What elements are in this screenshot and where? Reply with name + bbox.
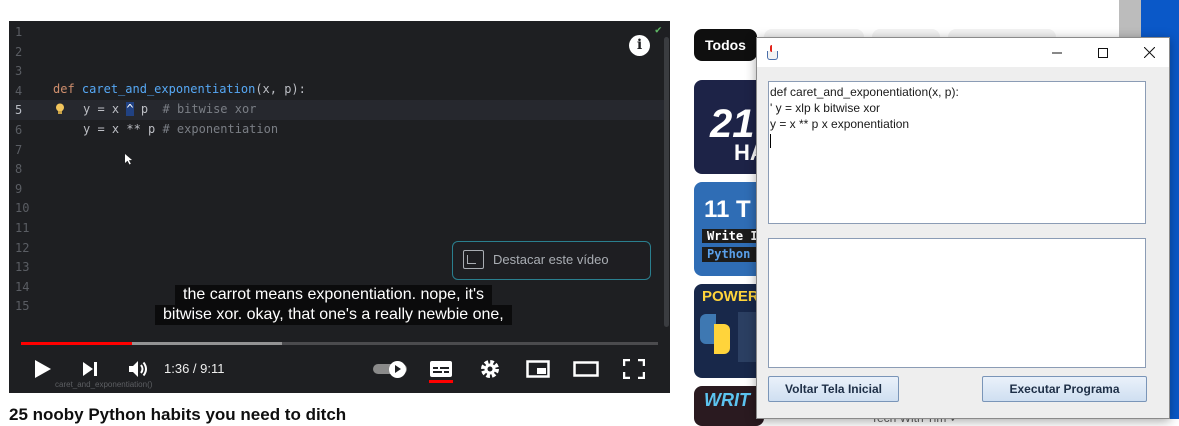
code-line-6: y = x ** p # exponentiation — [83, 120, 278, 140]
java-app-window[interactable]: def caret_and_exponentiation(x, p): ' y … — [756, 37, 1170, 419]
info-icon[interactable]: i — [629, 35, 650, 56]
run-program-button[interactable]: Executar Programa — [982, 376, 1147, 402]
volume-icon — [129, 361, 147, 377]
code-input-textarea[interactable]: def caret_and_exponentiation(x, p): ' y … — [768, 81, 1146, 224]
line-number: 15 — [15, 299, 30, 314]
text-caret — [770, 133, 771, 148]
play-icon — [35, 360, 51, 378]
next-icon — [83, 362, 97, 376]
code-line-5: y = x ^ p # bitwise xor — [83, 100, 256, 120]
fullscreen-button[interactable] — [620, 354, 648, 384]
function-params: (x, p): — [255, 82, 306, 96]
pip-suggestion-button[interactable]: Destacar este vídeo — [452, 241, 651, 280]
autoplay-play-icon — [389, 361, 406, 378]
fullscreen-icon — [623, 359, 645, 379]
line-number: 13 — [15, 260, 30, 275]
video-title[interactable]: 25 nooby Python habits you need to ditch — [9, 405, 346, 425]
play-button[interactable] — [29, 354, 57, 384]
line-number: 12 — [15, 240, 30, 255]
captions-active-indicator — [429, 380, 453, 383]
output-textarea[interactable] — [768, 238, 1146, 368]
line-number: 2 — [15, 44, 23, 59]
close-button[interactable] — [1126, 38, 1172, 67]
code-input-text: def caret_and_exponentiation(x, p): ' y … — [770, 85, 959, 131]
pip-icon — [463, 250, 484, 269]
code-text: y = x — [83, 102, 127, 116]
keyword-def: def — [53, 82, 75, 96]
miniplayer-button[interactable] — [524, 354, 552, 384]
video-thumbnail[interactable]: WRIT — [694, 386, 764, 426]
mouse-pointer-icon — [125, 154, 133, 168]
volume-button[interactable] — [124, 354, 152, 384]
caret-operator-selected: ^ — [126, 102, 134, 116]
maximize-icon — [1098, 47, 1108, 58]
close-icon — [1143, 47, 1155, 58]
editor-scrollbar — [664, 37, 669, 327]
java-cup-icon — [765, 45, 781, 61]
video-thumbnail[interactable]: POWER — [694, 284, 764, 378]
minimize-button[interactable] — [1034, 38, 1080, 67]
captions-icon — [430, 361, 452, 377]
line-number: 11 — [15, 221, 30, 235]
theater-mode-button[interactable] — [572, 354, 600, 384]
line-number: 7 — [15, 142, 23, 157]
miniplayer-icon — [526, 360, 550, 378]
code-line-4: def caret_and_exponentiation(x, p): — [53, 80, 306, 100]
settings-icon — [481, 360, 499, 378]
checkmark-icon: ✔ — [655, 23, 662, 36]
autoplay-toggle[interactable] — [373, 361, 409, 378]
lightbulb-icon — [55, 103, 65, 115]
code-comment: # bitwise xor — [162, 102, 257, 116]
code-text: y = x ** p — [83, 122, 163, 136]
line-number: 9 — [15, 181, 23, 196]
line-number: 8 — [15, 162, 23, 177]
line-number: 10 — [15, 201, 30, 216]
subtitle-line-1: the carrot means exponentiation. nope, i… — [175, 285, 493, 305]
video-thumbnail[interactable]: 11 T Write I Python — [694, 182, 764, 276]
function-name: caret_and_exponentiation — [81, 82, 256, 96]
pip-suggestion-label: Destacar este vídeo — [493, 252, 609, 267]
maximize-button[interactable] — [1080, 38, 1126, 67]
subtitle-line-2: bitwise xor. okay, that one's a really n… — [155, 305, 512, 325]
line-number: 5 — [15, 103, 23, 118]
video-thumbnail[interactable]: 21 HA — [694, 80, 764, 174]
progress-played — [21, 342, 132, 345]
line-number: 4 — [15, 83, 23, 98]
thumbnail-badge: Python — [702, 247, 764, 262]
thumbnail-text: POWER — [702, 288, 759, 305]
next-button[interactable] — [77, 354, 103, 384]
code-text: p — [133, 102, 163, 116]
thumbnail-text: 11 T — [704, 196, 751, 223]
theater-icon — [573, 361, 599, 377]
window-titlebar[interactable] — [757, 38, 1169, 67]
thumbnail-badge: Write I — [702, 229, 764, 243]
line-number: 6 — [15, 123, 23, 137]
thumbnail-text: WRIT — [704, 390, 750, 410]
minimize-icon — [1052, 52, 1062, 53]
back-to-home-button[interactable]: Voltar Tela Inicial — [768, 376, 899, 402]
code-comment: # exponentiation — [162, 122, 279, 136]
line-number: 14 — [15, 279, 30, 294]
line-number: 3 — [15, 64, 23, 79]
line-number: 1 — [15, 25, 23, 39]
settings-button[interactable] — [476, 354, 504, 384]
video-player[interactable]: 1 2 3 4 5 6 7 8 9 10 11 12 13 14 15 def caret_and_expo… — [9, 21, 670, 393]
chip-todos[interactable]: Todos — [694, 29, 757, 61]
time-display: 1:36 / 9:11 — [164, 361, 225, 376]
python-logo-icon — [714, 324, 730, 354]
